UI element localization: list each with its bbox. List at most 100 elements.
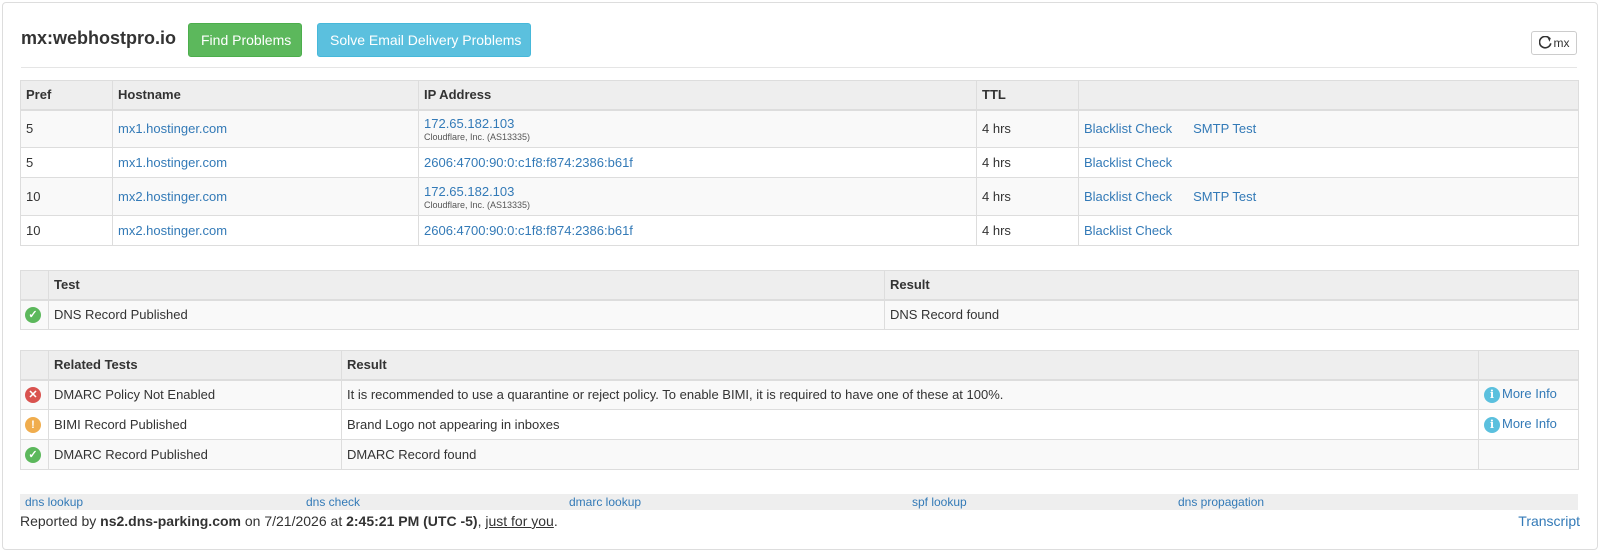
test-result-cell: DNS Record found [884,299,1579,330]
more-info-cell: i More Info [1478,409,1579,440]
table-row: ✓ DMARC Record Published DMARC Record fo… [20,439,1579,470]
reported-by-line: Reported by ns2.dns-parking.com on 7/21/… [20,513,558,529]
mx-records-table: Pref Hostname IP Address TTL 5 mx1.hosti… [20,80,1579,246]
refresh-button[interactable]: mx [1531,31,1577,55]
actions-cell: Blacklist Check SMTP Test [1078,177,1579,216]
table-row: 5 mx1.hostinger.com 172.65.182.103 Cloudf… [20,109,1579,148]
reporting-server: ns2.dns-parking.com [100,513,241,529]
pref-cell: 5 [20,147,113,178]
report-time: 2:45:21 PM (UTC -5) [346,513,478,529]
ip-cell: 172.65.182.103 Cloudflare, Inc. (AS13335) [418,109,977,148]
table-row: 10 mx2.hostinger.com 172.65.182.103 Cloud… [20,177,1579,216]
hostname-link[interactable]: mx2.hostinger.com [118,223,227,238]
column-header: Result [884,270,1579,301]
table-row: ✓ DNS Record Published DNS Record found [20,299,1579,330]
actions-cell: Blacklist Check SMTP Test [1078,109,1579,148]
ttl-cell: 4 hrs [976,147,1079,178]
test-result-cell: DMARC Record found [341,439,1479,470]
column-header [1478,350,1579,381]
on-text: on [240,513,265,529]
test-name-cell: DNS Record Published [48,299,885,330]
check-circle-icon: ✓ [25,307,41,324]
column-header [1078,80,1579,111]
test-name-cell: DMARC Record Published [48,439,342,470]
dns-propagation-link[interactable]: dns propagation [1178,495,1264,509]
smtp-test-link[interactable]: SMTP Test [1193,121,1256,136]
at-text: at [326,513,347,529]
hostname-link[interactable]: mx2.hostinger.com [118,189,227,204]
test-result-cell: Brand Logo not appearing in inboxes [341,409,1479,440]
solve-email-button[interactable]: Solve Email Delivery Problems [317,23,531,57]
pref-cell: 5 [20,109,113,148]
more-info-link[interactable]: More Info [1502,386,1557,401]
test-table: Test Result ✓ DNS Record Published DNS R… [20,270,1579,330]
refresh-icon [1538,35,1552,49]
column-header [20,270,49,301]
column-header: Hostname [112,80,419,111]
column-header: IP Address [418,80,977,111]
column-header: Pref [20,80,113,111]
table-row: ! BIMI Record Published Brand Logo not a… [20,409,1579,440]
pref-cell: 10 [20,177,113,216]
ip-owner: Cloudflare, Inc. (AS13335) [424,199,531,210]
column-header: Result [341,350,1479,381]
test-name-cell: DMARC Policy Not Enabled [48,379,342,410]
more-info-link[interactable]: More Info [1502,416,1557,431]
ip-link[interactable]: 172.65.182.103 [424,116,514,131]
blacklist-check-link[interactable]: Blacklist Check [1084,121,1172,136]
report-date: 7/21/2026 [264,513,327,529]
hostname-cell: mx1.hostinger.com [112,109,419,148]
dns-lookup-link[interactable]: dns lookup [25,495,83,509]
x-circle-icon: ✕ [25,387,41,404]
more-info-cell: i More Info [1478,379,1579,410]
blacklist-check-link[interactable]: Blacklist Check [1084,155,1172,170]
reported-prefix: Reported by [20,513,101,529]
dmarc-lookup-link[interactable]: dmarc lookup [569,495,641,509]
related-tests-table: Related Tests Result ✕ DMARC Policy Not … [20,350,1579,470]
column-header [20,350,49,381]
check-circle-icon: ✓ [25,446,41,463]
more-info-cell [1478,439,1579,470]
ttl-cell: 4 hrs [976,109,1079,148]
spf-lookup-link[interactable]: spf lookup [912,495,967,509]
blacklist-check-link[interactable]: Blacklist Check [1084,223,1172,238]
hostname-cell: mx2.hostinger.com [112,177,419,216]
status-cell: ✓ [20,439,49,470]
test-name-cell: BIMI Record Published [48,409,342,440]
dns-check-link[interactable]: dns check [306,495,360,509]
hostname-cell: mx2.hostinger.com [112,215,419,246]
actions-cell: Blacklist Check [1078,215,1579,246]
status-cell: ✓ [20,299,49,330]
table-header-row: Related Tests Result [20,350,1579,381]
hostname-link[interactable]: mx1.hostinger.com [118,155,227,170]
test-result-cell: It is recommended to use a quarantine or… [341,379,1479,410]
actions-cell: Blacklist Check [1078,147,1579,178]
ip-cell: 2606:4700:90:0:c1f8:f874:2386:b61f [418,147,977,178]
transcript-link[interactable]: Transcript [1518,513,1580,529]
ttl-cell: 4 hrs [976,177,1079,216]
page-title: mx:webhostpro.io [21,28,177,48]
table-row: ✕ DMARC Policy Not Enabled It is recomme… [20,379,1579,410]
table-row: 10 mx2.hostinger.com 2606:4700:90:0:c1f8… [20,215,1579,246]
blacklist-check-link[interactable]: Blacklist Check [1084,189,1172,204]
hostname-cell: mx1.hostinger.com [112,147,419,178]
refresh-label: mx [1553,36,1570,50]
ip-owner: Cloudflare, Inc. (AS13335) [424,131,531,142]
exclamation-circle-icon: ! [25,416,41,433]
smtp-test-link[interactable]: SMTP Test [1193,189,1256,204]
column-header: TTL [976,80,1079,111]
ip-link[interactable]: 172.65.182.103 [424,184,514,199]
tool-links-bar: dns lookup dns check dmarc lookup spf lo… [20,494,1578,510]
hostname-link[interactable]: mx1.hostinger.com [118,121,227,136]
ttl-cell: 4 hrs [976,215,1079,246]
ip-cell: 2606:4700:90:0:c1f8:f874:2386:b61f [418,215,977,246]
ip-link[interactable]: 2606:4700:90:0:c1f8:f874:2386:b61f [424,223,633,238]
ip-link[interactable]: 2606:4700:90:0:c1f8:f874:2386:b61f [424,155,633,170]
pref-cell: 10 [20,215,113,246]
info-circle-icon: i [1484,387,1500,404]
table-row: 5 mx1.hostinger.com 2606:4700:90:0:c1f8:… [20,147,1579,178]
status-cell: ! [20,409,49,440]
just-for-you-link[interactable]: just for you [485,513,553,529]
find-problems-button[interactable]: Find Problems [188,23,302,57]
header: mx:webhostpro.io Find Problems Solve Ema… [21,20,1577,68]
